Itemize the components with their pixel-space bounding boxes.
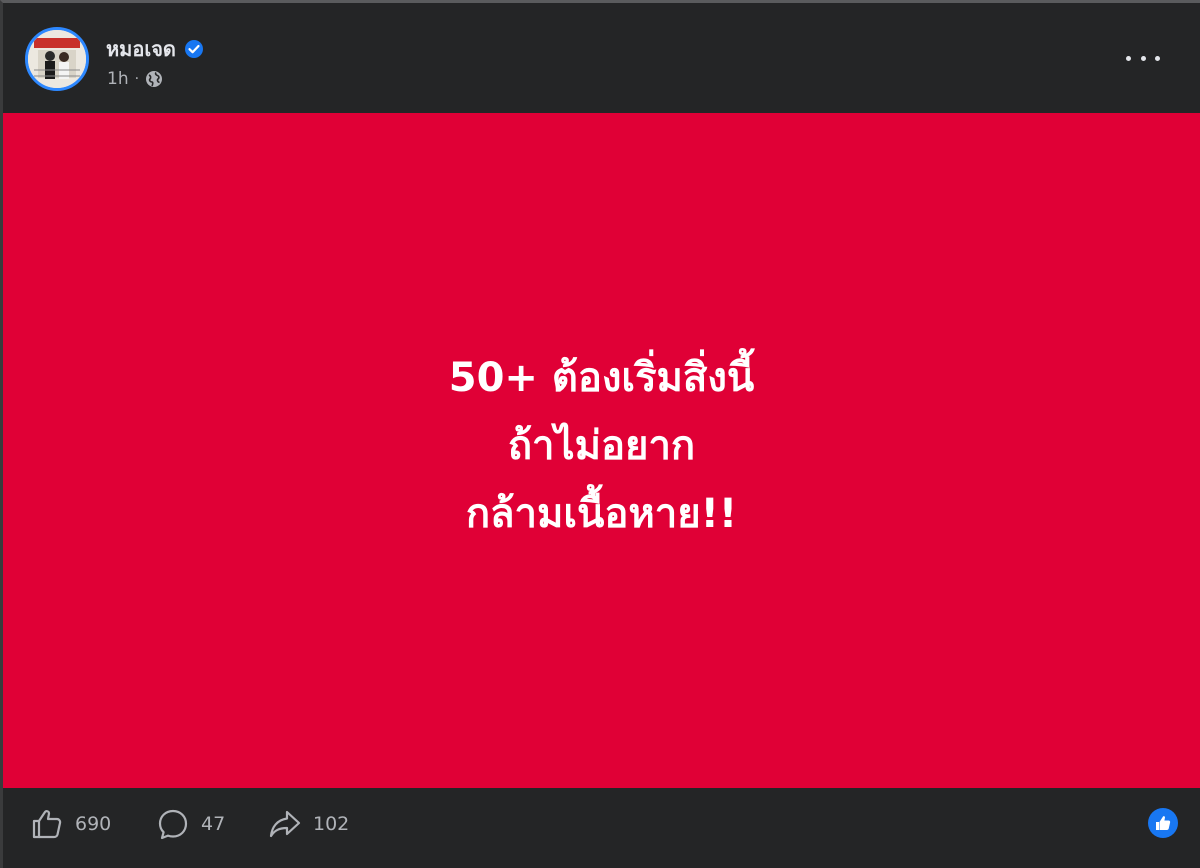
verified-badge-icon xyxy=(184,39,204,59)
post-text-line-1: 50+ ต้องเริ่มสิ่งนี้ xyxy=(448,354,755,401)
more-dot xyxy=(1155,55,1160,61)
globe-icon[interactable] xyxy=(145,70,163,88)
post-header: หมอเจด 1h · xyxy=(3,3,1200,113)
author-avatar[interactable] xyxy=(25,27,89,91)
like-reaction-icon[interactable] xyxy=(1148,808,1178,838)
post-image-text: 50+ ต้องเริ่มสิ่งนี้ ถ้าไม่อยาก กล้ามเนื… xyxy=(449,344,754,548)
comment-bubble-icon xyxy=(158,809,188,840)
more-dot xyxy=(1126,55,1131,61)
post-time[interactable]: 1h xyxy=(107,69,129,89)
author-name[interactable]: หมอเจด xyxy=(106,33,176,65)
post-text-line-3: กล้ามเนื้อหาย!! xyxy=(465,490,738,537)
comment-count: 47 xyxy=(201,813,226,835)
post-image[interactable]: 50+ ต้องเริ่มสิ่งนี้ ถ้าไม่อยาก กล้ามเนื… xyxy=(3,113,1200,788)
avatar-image xyxy=(28,30,86,88)
post-actions: 690 47 102 xyxy=(3,788,1200,868)
meta-separator: · xyxy=(134,71,140,87)
share-button[interactable]: 102 xyxy=(267,806,349,842)
post-meta: 1h · xyxy=(107,69,163,89)
thumbs-up-icon xyxy=(32,810,62,839)
more-options-icon[interactable] xyxy=(1126,48,1160,68)
like-count: 690 xyxy=(75,813,112,835)
more-dot xyxy=(1140,55,1146,61)
share-count: 102 xyxy=(313,813,350,835)
post-text-line-2: ถ้าไม่อยาก xyxy=(507,422,696,469)
share-arrow-icon xyxy=(269,810,301,838)
like-button[interactable]: 690 xyxy=(29,806,111,842)
author-row: หมอเจด xyxy=(106,33,204,65)
comment-button[interactable]: 47 xyxy=(155,806,225,842)
post-card: หมอเจด 1h · 50+ ต้องเริ่มสิ่งนี้ ถ้าไม่อ… xyxy=(0,0,1200,868)
